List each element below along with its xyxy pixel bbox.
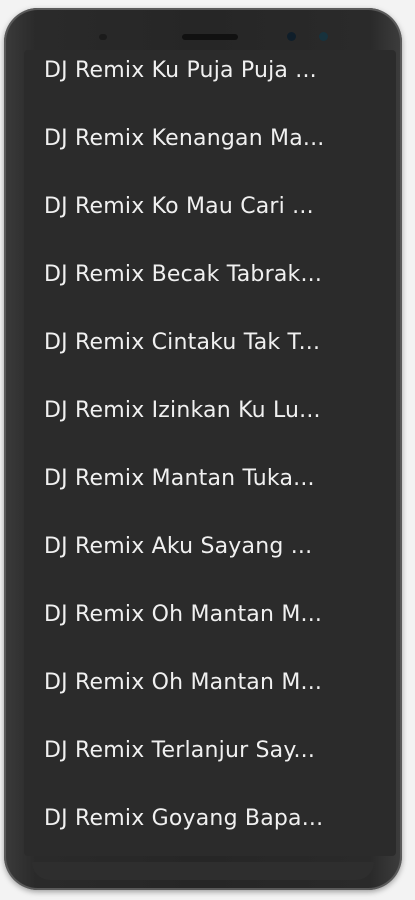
earpiece-speaker [182,34,238,40]
song-list-screen: DJ Remix Ku Puja Puja ... DJ Remix Kenan… [24,50,396,856]
list-item[interactable]: DJ Remix Oh Mantan M... [24,648,396,716]
list-item[interactable]: DJ Remix Goyang Bapa... [24,784,396,852]
song-title: DJ Remix Mantan Tuka... [44,465,315,491]
proximity-sensor [99,34,107,40]
list-item[interactable]: DJ Remix Kenangan Ma... [24,104,396,172]
list-item[interactable]: DJ Remix Becak Tabrak... [24,240,396,308]
list-item[interactable]: DJ Remix Ko Mau Cari ... [24,172,396,240]
song-title: DJ Remix Oh Mantan M... [44,601,323,627]
song-title: DJ Remix Ko Mau Cari ... [44,193,314,219]
song-title: DJ Remix Kenangan Ma... [44,125,325,151]
list-item[interactable]: DJ Remix Ku Puja Puja ... [24,50,396,104]
song-title: DJ Remix Terlanjur Say... [44,737,316,763]
list-item[interactable]: DJ Remix Mantan Tuka... [24,444,396,512]
song-title: DJ Remix Oh Mantan M... [44,669,323,695]
song-title: DJ Remix Becak Tabrak... [44,261,323,287]
song-title: DJ Remix Goyang Bapa... [44,805,324,831]
front-camera-icon [287,32,296,41]
list-item[interactable]: DJ Remix Terlanjur Say... [24,716,396,784]
phone-frame: DJ Remix Ku Puja Puja ... DJ Remix Kenan… [4,8,402,890]
song-title: DJ Remix Izinkan Ku Lu... [44,397,321,423]
list-item[interactable]: DJ Remix Aku Sayang ... [24,512,396,580]
list-item[interactable]: DJ Remix Oh Mantan M... [24,580,396,648]
phone-bottom-bezel [32,862,374,880]
light-sensor-icon [319,32,328,41]
list-item[interactable]: DJ Remix Izinkan Ku Lu... [24,376,396,444]
song-title: DJ Remix Ku Puja Puja ... [44,57,317,83]
song-title: DJ Remix Aku Sayang ... [44,533,313,559]
song-title: DJ Remix Cintaku Tak T... [44,329,321,355]
list-item[interactable]: DJ Remix Cintaku Tak T... [24,308,396,376]
